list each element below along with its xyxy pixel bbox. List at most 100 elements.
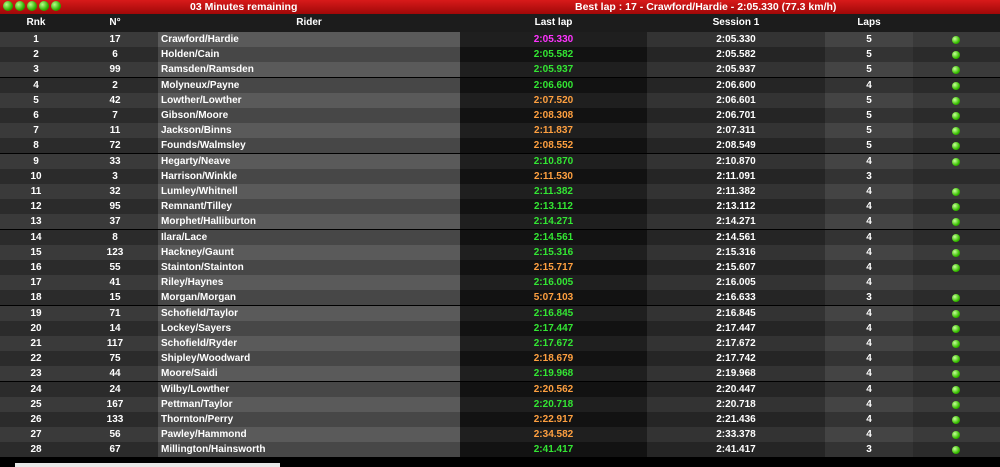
table-row[interactable]: 3 99 Ramsden/Ramsden 2:05.937 2:05.937 5: [0, 62, 1000, 78]
col-number-header[interactable]: N°: [72, 14, 158, 32]
status-cell: [913, 412, 1000, 427]
number-cell: 32: [72, 184, 158, 199]
table-row[interactable]: 24 24 Wilby/Lowther 2:20.562 2:20.447 4: [0, 381, 1000, 397]
session-cell: 2:10.870: [647, 153, 825, 169]
col-last-lap-header[interactable]: Last lap: [460, 14, 647, 32]
last-lap-cell: 2:11.382: [460, 184, 647, 199]
on-track-indicator-icon: [952, 203, 960, 212]
on-track-indicator-icon: [952, 233, 960, 242]
horizontal-scrollbar[interactable]: [15, 463, 280, 467]
number-cell: 56: [72, 427, 158, 443]
number-cell: 17: [72, 32, 158, 47]
table-row[interactable]: 11 32 Lumley/Whitnell 2:11.382 2:11.382 4: [0, 184, 1000, 199]
table-row[interactable]: 2 6 Holden/Cain 2:05.582 2:05.582 5: [0, 47, 1000, 63]
table-row[interactable]: 4 2 Molyneux/Payne 2:06.600 2:06.600 4: [0, 77, 1000, 93]
number-cell: 3: [72, 168, 158, 184]
status-light-icon: [39, 1, 49, 11]
laps-cell: 5: [825, 123, 913, 139]
session-cell: 2:16.845: [647, 305, 825, 321]
status-cell: [913, 153, 1000, 169]
last-lap-cell: 2:10.870: [460, 153, 647, 169]
table-row[interactable]: 6 7 Gibson/Moore 2:08.308 2:06.701 5: [0, 108, 1000, 123]
number-cell: 41: [72, 275, 158, 291]
rank-cell: 27: [0, 427, 72, 443]
status-cell: [913, 229, 1000, 245]
rank-cell: 3: [0, 62, 72, 78]
rider-cell: Morphet/Halliburton: [158, 214, 460, 230]
table-row[interactable]: 13 37 Morphet/Halliburton 2:14.271 2:14.271 4: [0, 214, 1000, 230]
table-row[interactable]: 21 117 Schofield/Ryder 2:17.672 2:17.672 4: [0, 336, 1000, 351]
session-cell: 2:17.672: [647, 336, 825, 351]
table-row[interactable]: 7 11 Jackson/Binns 2:11.837 2:07.311 5: [0, 123, 1000, 139]
table-row[interactable]: 18 15 Morgan/Morgan 5:07.103 2:16.633 3: [0, 290, 1000, 306]
number-cell: 72: [72, 138, 158, 154]
session-cell: 2:21.436: [647, 412, 825, 427]
table-row[interactable]: 27 56 Pawley/Hammond 2:34.582 2:33.378 4: [0, 427, 1000, 443]
table-row[interactable]: 14 8 Ilara/Lace 2:14.561 2:14.561 4: [0, 229, 1000, 245]
laps-cell: 4: [825, 199, 913, 215]
session-cell: 2:19.968: [647, 366, 825, 382]
last-lap-cell: 2:14.561: [460, 229, 647, 245]
session-cell: 2:13.112: [647, 199, 825, 215]
last-lap-cell: 5:07.103: [460, 290, 647, 306]
laps-cell: 4: [825, 244, 913, 260]
last-lap-cell: 2:15.717: [460, 260, 647, 275]
status-cell: [913, 47, 1000, 63]
last-lap-cell: 2:20.718: [460, 396, 647, 412]
number-cell: 117: [72, 336, 158, 351]
col-session-header[interactable]: Session 1: [647, 14, 825, 32]
status-light-icon: [3, 1, 13, 11]
on-track-indicator-icon: [952, 127, 960, 136]
status-cell: [913, 260, 1000, 275]
status-cell: [913, 442, 1000, 458]
table-row[interactable]: 15 123 Hackney/Gaunt 2:15.316 2:15.316 4: [0, 244, 1000, 260]
table-row[interactable]: 10 3 Harrison/Winkle 2:11.530 2:11.091 3: [0, 168, 1000, 184]
on-track-indicator-icon: [952, 96, 960, 105]
laps-cell: 4: [825, 153, 913, 169]
col-rider-header[interactable]: Rider: [158, 14, 460, 32]
number-cell: 75: [72, 351, 158, 367]
laps-cell: 4: [825, 275, 913, 291]
laps-cell: 5: [825, 47, 913, 63]
session-cell: 2:15.607: [647, 260, 825, 275]
session-cell: 2:08.549: [647, 138, 825, 154]
table-row[interactable]: 23 44 Moore/Saidi 2:19.968 2:19.968 4: [0, 366, 1000, 382]
rank-cell: 28: [0, 442, 72, 458]
rank-cell: 20: [0, 320, 72, 336]
table-row[interactable]: 22 75 Shipley/Woodward 2:18.679 2:17.742 4: [0, 351, 1000, 367]
rider-cell: Lumley/Whitnell: [158, 184, 460, 199]
status-cell: [913, 184, 1000, 199]
rider-cell: Jackson/Binns: [158, 123, 460, 139]
table-row[interactable]: 20 14 Lockey/Sayers 2:17.447 2:17.447 4: [0, 320, 1000, 336]
last-lap-cell: 2:05.582: [460, 47, 647, 63]
table-row[interactable]: 8 72 Founds/Walmsley 2:08.552 2:08.549 5: [0, 138, 1000, 154]
number-cell: 55: [72, 260, 158, 275]
table-row[interactable]: 28 67 Millington/Hainsworth 2:41.417 2:41.41…: [0, 442, 1000, 458]
table-row[interactable]: 25 167 Pettman/Taylor 2:20.718 2:20.718 4: [0, 396, 1000, 412]
rider-cell: Founds/Walmsley: [158, 138, 460, 154]
rank-cell: 15: [0, 244, 72, 260]
on-track-indicator-icon: [952, 188, 960, 196]
table-row[interactable]: 16 55 Stainton/Stainton 2:15.717 2:15.607 4: [0, 260, 1000, 275]
on-track-indicator-icon: [952, 36, 960, 44]
table-row[interactable]: 26 133 Thornton/Perry 2:22.917 2:21.436 4: [0, 412, 1000, 427]
laps-cell: 5: [825, 32, 913, 47]
on-track-indicator-icon: [952, 112, 960, 120]
rider-cell: Morgan/Morgan: [158, 290, 460, 306]
table-row[interactable]: 17 41 Riley/Haynes 2:16.005 2:16.005 4: [0, 275, 1000, 291]
rider-cell: Schofield/Ryder: [158, 336, 460, 351]
table-row[interactable]: 19 71 Schofield/Taylor 2:16.845 2:16.845 4: [0, 305, 1000, 321]
laps-cell: 5: [825, 92, 913, 108]
col-laps-header[interactable]: Laps: [825, 14, 913, 32]
table-row[interactable]: 1 17 Crawford/Hardie 2:05.330 2:05.330 5: [0, 32, 1000, 47]
status-cell: [913, 244, 1000, 260]
table-row[interactable]: 9 33 Hegarty/Neave 2:10.870 2:10.870 4: [0, 153, 1000, 169]
laps-cell: 4: [825, 260, 913, 275]
table-row[interactable]: 5 42 Lowther/Lowther 2:07.520 2:06.601 5: [0, 92, 1000, 108]
rider-cell: Stainton/Stainton: [158, 260, 460, 275]
status-cell: [913, 77, 1000, 93]
table-row[interactable]: 12 95 Remnant/Tilley 2:13.112 2:13.112 4: [0, 199, 1000, 215]
rank-cell: 11: [0, 184, 72, 199]
number-cell: 123: [72, 244, 158, 260]
col-rank-header[interactable]: Rnk: [0, 14, 72, 32]
